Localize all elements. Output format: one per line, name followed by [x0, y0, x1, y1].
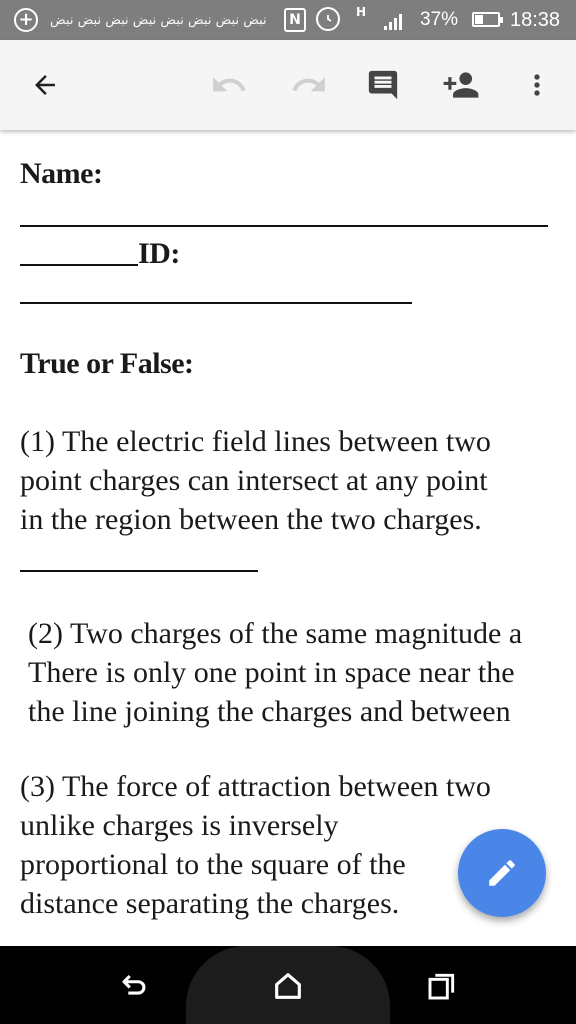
edit-fab-button[interactable] [458, 829, 546, 917]
name-blank-line [20, 225, 548, 227]
battery-percent: 37% [420, 9, 459, 30]
more-vert-icon [534, 74, 540, 96]
question-1-answer-line [20, 570, 258, 572]
question-3-line: unlike charges is inversely [20, 809, 339, 842]
question-1-line: in the region between the two charges. [20, 503, 482, 536]
question-1-line: (1) The electric field lines between two [20, 425, 491, 458]
back-button[interactable] [20, 60, 70, 110]
add-person-button[interactable] [436, 60, 486, 110]
battery-icon [472, 12, 503, 27]
redo-button[interactable] [284, 60, 334, 110]
name-blank-line-continued [20, 264, 138, 266]
signal-icon [384, 12, 402, 30]
pencil-icon [489, 860, 515, 886]
add-notification-icon: + [14, 8, 38, 32]
arrow-left-icon [35, 75, 55, 95]
id-label: ID: [138, 237, 180, 270]
back-icon [122, 974, 146, 995]
nav-home-button[interactable] [264, 962, 312, 1010]
comment-button[interactable] [358, 60, 408, 110]
undo-icon [213, 77, 246, 92]
network-type-label: H [356, 5, 367, 19]
question-2-line: There is only one point in space near th… [28, 656, 515, 689]
question-2-line: the line joining the charges and between [28, 695, 511, 728]
question-3-line: distance separating the charges. [20, 887, 400, 920]
id-blank-line [20, 302, 412, 304]
question-2-line: (2) Two charges of the same magnitude a [28, 617, 523, 650]
add-person-icon [443, 72, 479, 98]
question-3-line: proportional to the square of the [20, 848, 406, 881]
status-bar: + نبض نبض نبض نبض نبض نبض نبض نبض N H 37… [0, 0, 576, 40]
clock: 18:38 [510, 8, 561, 31]
nav-back-button[interactable] [110, 962, 158, 1010]
home-icon [275, 973, 301, 999]
document-body[interactable]: Name: ID: True or False: (1) The electri… [0, 130, 576, 946]
comment-icon [368, 70, 398, 100]
notification-text: نبض نبض نبض نبض نبض نبض نبض نبض [50, 12, 267, 28]
nfc-icon: N [284, 8, 306, 32]
alarm-icon [316, 7, 340, 31]
system-nav-bar [0, 946, 576, 1024]
nav-recent-apps-button[interactable] [418, 962, 466, 1010]
recent-apps-icon [428, 973, 455, 1000]
redo-icon [292, 77, 325, 92]
more-options-button[interactable] [512, 60, 562, 110]
question-3-line: (3) The force of attraction between two [20, 770, 491, 803]
app-toolbar [0, 40, 576, 130]
name-label: Name: [20, 157, 103, 190]
section-heading: True or False: [20, 347, 194, 380]
undo-button[interactable] [204, 60, 254, 110]
question-1-line: point charges can intersect at any point [20, 464, 488, 497]
